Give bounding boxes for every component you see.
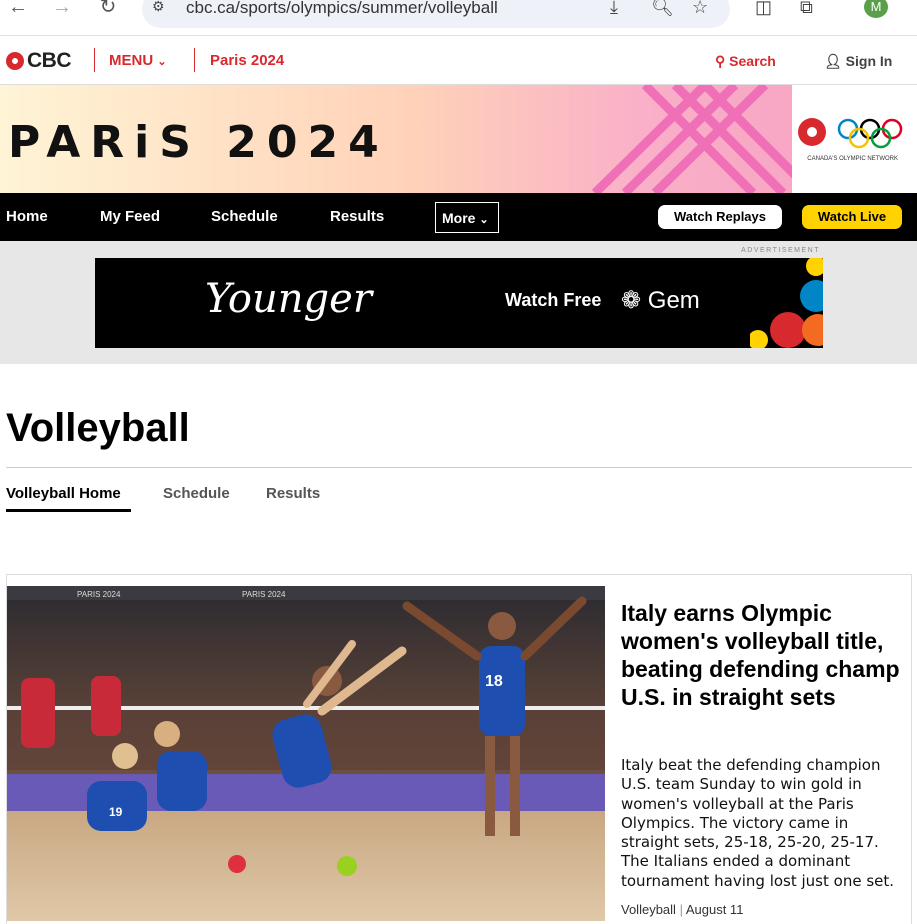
featured-story-card[interactable]: PARIS 2024 PARIS 2024 18 19 Italy earns … xyxy=(6,574,912,924)
cbc-olympic-logo: CANADA'S OLYMPIC NETWORK xyxy=(792,85,917,193)
forward-arrow-icon[interactable]: → xyxy=(50,0,74,18)
story-date: August 11 xyxy=(685,902,744,917)
url-text[interactable]: cbc.ca/sports/olympics/summer/volleyball xyxy=(186,0,498,18)
story-category[interactable]: Volleyball xyxy=(621,902,676,917)
search-icon: ⚲ xyxy=(715,53,726,69)
ad-label: ADVERTISEMENT xyxy=(741,247,820,254)
cbc-gem-icon xyxy=(6,52,24,70)
cbc-logo[interactable]: CBC xyxy=(6,49,72,73)
sign-in-button[interactable]: 👤︎ Sign In xyxy=(824,53,892,70)
zoom-icon[interactable]: 🔍︎ xyxy=(651,0,674,18)
olympic-rings-icon xyxy=(798,118,903,149)
volleyball-photo: PARIS 2024 PARIS 2024 18 19 xyxy=(7,586,605,921)
ad-banner[interactable]: Younger Watch Free ❁ Gem xyxy=(95,258,823,348)
arena-banner-text: PARIS 2024 xyxy=(77,590,121,599)
story-summary: Italy beat the defending champion U.S. t… xyxy=(621,756,895,890)
user-icon: 👤︎ xyxy=(824,53,842,69)
ad-watch-text: Watch Free xyxy=(505,290,602,310)
site-header: CBC MENU ⌄ Paris 2024 ⚲ Search 👤︎ Sign I… xyxy=(0,36,917,85)
chevron-down-icon: ⌄ xyxy=(157,56,167,68)
watch-live-button[interactable]: Watch Live xyxy=(802,205,902,229)
banner-pattern-graphic xyxy=(591,85,795,193)
gem-icon: ❁ xyxy=(621,287,642,314)
paris-2024-link[interactable]: Paris 2024 xyxy=(210,52,284,69)
back-arrow-icon[interactable]: ← xyxy=(6,0,30,18)
nav-home[interactable]: Home xyxy=(6,208,48,225)
olympic-nav-bar: Home My Feed Schedule Results More ⌄ Wat… xyxy=(0,193,917,241)
browser-toolbar: ← → ↻ ⚙ cbc.ca/sports/olympics/summer/vo… xyxy=(0,0,917,36)
story-headline[interactable]: Italy earns Olympic women's volleyball t… xyxy=(621,599,907,711)
tab-results[interactable]: Results xyxy=(266,485,320,502)
paris-2024-banner: PARiS 2024 CANADA'S OLYMPIC NETWORK xyxy=(0,85,917,193)
header-divider xyxy=(94,48,95,72)
extension-icon[interactable]: ◫ xyxy=(755,0,772,18)
install-icon[interactable]: ⤓ xyxy=(610,0,618,18)
tab-schedule[interactable]: Schedule xyxy=(163,485,230,502)
story-image[interactable]: PARIS 2024 PARIS 2024 18 19 xyxy=(7,586,605,921)
sign-in-label: Sign In xyxy=(845,53,893,69)
banner-title: PARiS 2024 xyxy=(8,117,389,168)
bookmark-star-icon[interactable]: ☆ xyxy=(692,0,708,18)
nav-my-feed[interactable]: My Feed xyxy=(100,208,160,225)
profile-avatar[interactable]: M xyxy=(864,0,888,18)
site-settings-icon[interactable]: ⚙ xyxy=(152,0,170,16)
nav-results[interactable]: Results xyxy=(330,208,384,225)
nav-more-button[interactable]: More ⌄ xyxy=(435,202,499,233)
network-tagline: CANADA'S OLYMPIC NETWORK xyxy=(807,156,898,162)
active-tab-indicator xyxy=(6,509,131,512)
chevron-down-icon: ⌄ xyxy=(479,214,489,226)
search-label: Search xyxy=(729,53,776,69)
menu-label: MENU xyxy=(109,52,154,69)
gem-text: Gem xyxy=(647,287,700,314)
page-title: Volleyball xyxy=(6,406,190,450)
tab-volleyball-home[interactable]: Volleyball Home xyxy=(6,485,121,502)
watch-replays-button[interactable]: Watch Replays xyxy=(658,205,782,229)
cbc-logo-text: CBC xyxy=(27,49,72,72)
header-divider xyxy=(194,48,195,72)
puzzle-icon[interactable]: ⧉ xyxy=(800,0,813,18)
advertisement-area: ADVERTISEMENT Younger Watch Free ❁ Gem xyxy=(0,241,917,364)
reload-icon[interactable]: ↻ xyxy=(96,0,120,18)
more-label: More xyxy=(442,210,476,226)
search-button[interactable]: ⚲ Search xyxy=(715,53,776,70)
menu-button[interactable]: MENU ⌄ xyxy=(109,52,167,69)
ad-dots-graphic xyxy=(750,258,823,348)
jersey-number-2: 19 xyxy=(109,805,123,819)
ad-brand-text: Younger xyxy=(205,276,372,322)
arena-banner-text-2: PARIS 2024 xyxy=(242,590,286,599)
gem-logo: ❁ Gem xyxy=(621,286,700,315)
title-divider xyxy=(6,467,912,468)
nav-schedule[interactable]: Schedule xyxy=(211,208,278,225)
story-meta: Volleyball | August 11 xyxy=(621,902,743,917)
jersey-number: 18 xyxy=(485,673,503,690)
